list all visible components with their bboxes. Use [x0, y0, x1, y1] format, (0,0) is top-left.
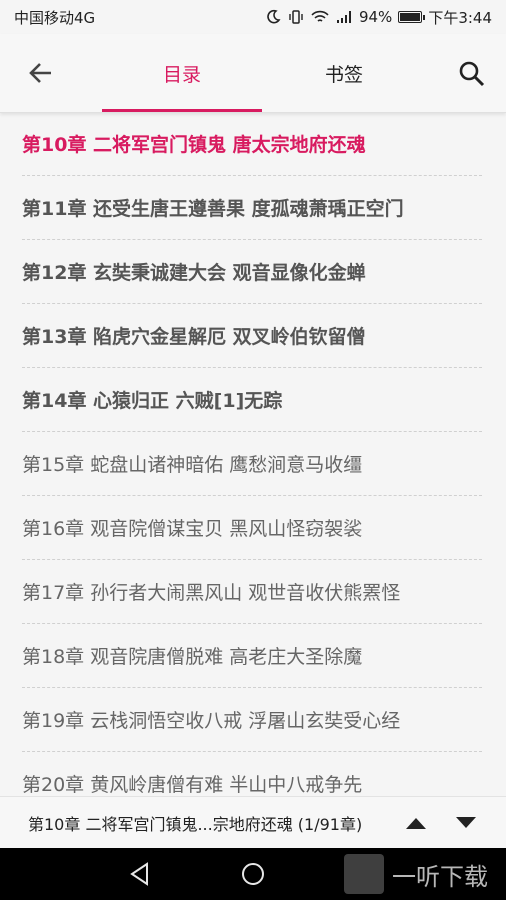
bottom-bar: 第10章 二将军宫门镇鬼...宗地府还魂 (1/91章) [0, 796, 506, 849]
carrier-label: 中国移动4G [14, 8, 96, 27]
watermark-text: 一听下载 [392, 862, 488, 891]
nav-home-button[interactable] [237, 858, 269, 890]
tab-contents-label: 目录 [162, 63, 201, 86]
chapter-item[interactable]: 第13章 陷虎穴金星解厄 双叉岭伯钦留僧 [22, 304, 482, 368]
chapter-item[interactable]: 第15章 蛇盘山诸神暗佑 鹰愁涧意马收缰 [22, 432, 482, 496]
nav-home-icon [242, 863, 264, 885]
chapter-item[interactable]: 第16章 观音院僧谋宝贝 黑风山怪窃袈裟 [22, 496, 482, 560]
watermark: 一听下载 [344, 852, 488, 896]
moon-icon [267, 9, 281, 24]
clock: 下午3:44 [428, 8, 492, 27]
tab-bookmarks-label: 书签 [324, 63, 363, 86]
watermark-logo [344, 854, 384, 894]
scroll-up-button[interactable] [400, 807, 432, 839]
arrow-left-icon [29, 63, 51, 83]
chapter-list[interactable]: 第10章 二将军宫门镇鬼 唐太宗地府还魂 第11章 还受生唐王遵善果 度孤魂萧瑀… [0, 112, 506, 796]
chapter-item[interactable]: 第18章 观音院唐僧脱难 高老庄大圣除魔 [22, 624, 482, 688]
chapter-item[interactable]: 第20章 黄风岭唐僧有难 半山中八戒争先 [22, 752, 482, 796]
scroll-down-button[interactable] [450, 807, 482, 839]
nav-back-button[interactable] [124, 858, 156, 890]
triangle-up-icon [406, 818, 426, 829]
chapter-item[interactable]: 第12章 玄奘秉诚建大会 观音显像化金蝉 [22, 240, 482, 304]
triangle-down-icon [456, 817, 476, 828]
search-icon [459, 61, 485, 87]
vibrate-icon [289, 10, 303, 24]
chapter-item[interactable]: 第14章 心猿归正 六贼[1]无踪 [22, 368, 482, 432]
chapter-item[interactable]: 第11章 还受生唐王遵善果 度孤魂萧瑀正空门 [22, 176, 482, 240]
battery-icon [398, 11, 426, 23]
back-button[interactable] [24, 56, 58, 90]
current-chapter-label: 第10章 二将军宫门镇鬼...宗地府还魂 (1/91章) [28, 815, 363, 834]
battery-percent: 94% [358, 8, 393, 26]
status-icons: 94% 下午3:44 [265, 7, 492, 28]
signal-icon [336, 11, 351, 23]
toolbar: 目录 书签 [0, 34, 506, 113]
tab-contents[interactable]: 目录 [102, 34, 262, 112]
nav-back-icon [130, 862, 148, 886]
search-button[interactable] [454, 56, 490, 92]
chapter-item[interactable]: 第17章 孙行者大闹黑风山 观世音收伏熊罴怪 [22, 560, 482, 624]
chapter-item-active[interactable]: 第10章 二将军宫门镇鬼 唐太宗地府还魂 [22, 112, 482, 176]
tab-bookmarks[interactable]: 书签 [264, 34, 424, 112]
chapter-item[interactable]: 第19章 云栈洞悟空收八戒 浮屠山玄奘受心经 [22, 688, 482, 752]
wifi-icon [311, 10, 329, 22]
status-bar: 中国移动4G 94% 下午3:44 [0, 0, 506, 34]
